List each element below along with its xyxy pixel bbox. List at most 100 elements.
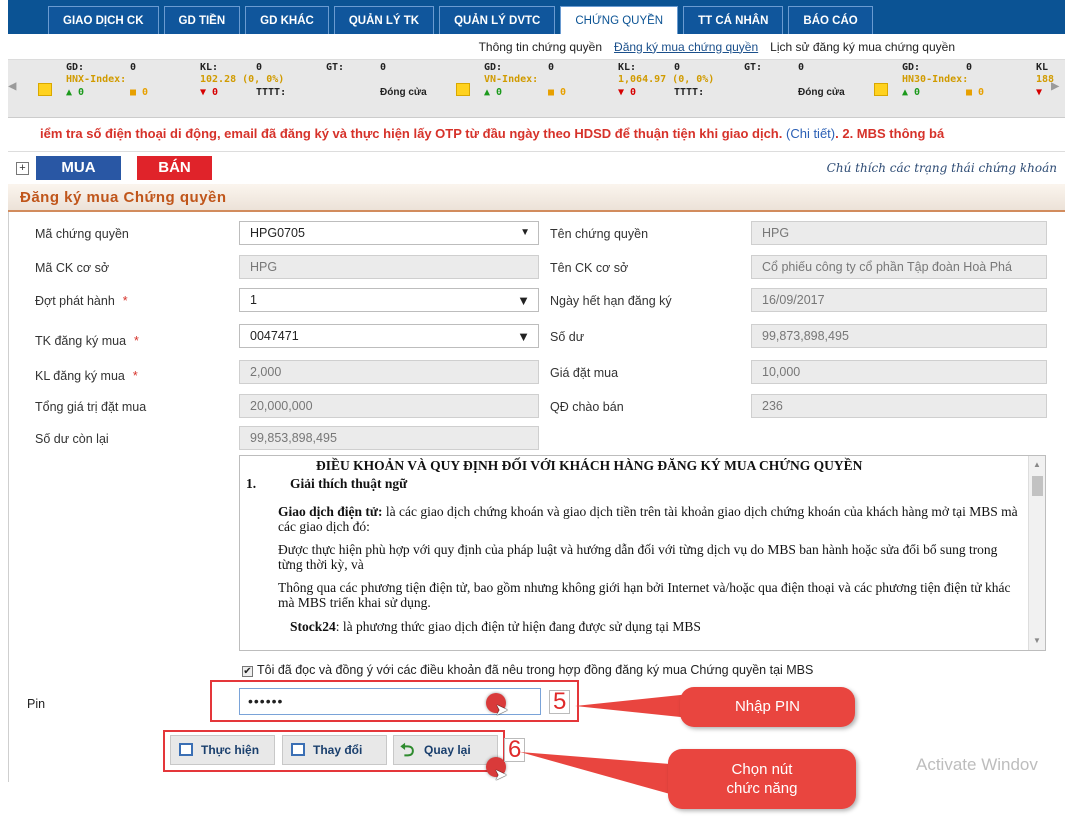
required-marker: *: [132, 369, 138, 383]
divider: [8, 212, 9, 782]
notice-text-2: . 2. MBS thông bá: [835, 126, 945, 141]
terms-paragraph: Được thực hiện phù hợp với quy định của …: [278, 542, 998, 572]
app-window: GIAO DỊCH CK GD TIỀN GD KHÁC QUẢN LÝ TK …: [0, 0, 1065, 817]
tab-giao-dich-ck[interactable]: GIAO DỊCH CK: [48, 6, 159, 34]
ticker-value: 0: [256, 62, 263, 73]
terms-term: Giao dịch điện tử:: [278, 504, 383, 519]
main-tab-bar: GIAO DỊCH CK GD TIỀN GD KHÁC QUẢN LÝ TK …: [8, 0, 1065, 34]
warrant-code-label: Mã chứng quyền: [35, 227, 129, 241]
execute-label: Thực hiện: [201, 743, 260, 757]
ticker-label: TTTT:: [674, 87, 705, 98]
warrant-name-field: HPG: [751, 221, 1047, 245]
execute-button[interactable]: Thực hiện: [170, 735, 275, 765]
change-button[interactable]: Thay đổi: [282, 735, 387, 765]
quantity-field[interactable]: 2,000: [239, 360, 539, 384]
decision-label: QĐ chào bán: [550, 400, 624, 414]
back-button[interactable]: ⮌ Quay lại: [393, 735, 498, 765]
issue-round-value: 1: [250, 293, 257, 307]
warrant-code-select[interactable]: HPG0705 ▼: [239, 221, 539, 245]
tab-chung-quyen[interactable]: CHỨNG QUYỀN: [560, 6, 679, 34]
ticker-value: 0: [674, 62, 681, 73]
tab-gd-tien[interactable]: GD TIỀN: [163, 6, 241, 34]
total-label: Tổng giá trị đặt mua: [35, 400, 147, 414]
account-label: TK đăng ký mua *: [35, 334, 139, 348]
issue-round-label-text: Đợt phát hành: [35, 294, 115, 308]
sub-navigation: Thông tin chứng quyền Đăng ký mua chứng …: [8, 34, 1065, 60]
total-field: 20,000,000: [239, 394, 539, 418]
terms-section-number: 1.: [246, 476, 257, 491]
terms-section-title: Giải thích thuật ngữ: [290, 476, 408, 491]
save-icon: [179, 743, 193, 756]
callout-choose-button: Chọn nút chức năng: [668, 749, 856, 809]
sell-button[interactable]: BÁN: [137, 156, 212, 180]
subnav-warrant-info[interactable]: Thông tin chứng quyền: [479, 40, 602, 54]
market-status: Đóng cửa: [380, 87, 427, 98]
expiry-field: 16/09/2017: [751, 288, 1047, 312]
agree-checkbox[interactable]: ✔: [242, 666, 253, 677]
unchanged-count: ■ 0: [966, 87, 985, 98]
terms-text: là các giao dịch chứng khoán và giao dịc…: [278, 504, 1018, 534]
ticker-left-arrow-icon[interactable]: ◀: [8, 78, 22, 98]
terms-heading: ĐIỀU KHOẢN VÀ QUY ĐỊNH ĐỐI VỚI KHÁCH HÀN…: [316, 458, 863, 473]
ticker-value: 0: [966, 62, 973, 73]
notice-marquee: iểm tra số điện thoại di động, email đã …: [8, 118, 1065, 152]
notice-text: iểm tra số điện thoại di động, email đã …: [40, 126, 783, 141]
expand-icon[interactable]: +: [16, 162, 29, 175]
advance-count: ▲ 0: [66, 87, 85, 98]
index-color-swatch: [38, 83, 52, 96]
buy-button[interactable]: MUA: [36, 156, 121, 180]
pointer-arrow-icon: [520, 752, 670, 794]
base-name-label: Tên CK cơ sở: [550, 261, 629, 275]
tab-tt-ca-nhan[interactable]: TT CÁ NHÂN: [683, 6, 784, 34]
cursor-icon: ➤: [495, 702, 509, 719]
index-value: 102.28 (0, 0%): [200, 74, 285, 85]
base-name-field: Cổ phiếu công ty cổ phần Tập đoàn Hoà Ph…: [751, 255, 1047, 279]
ticker-label: GD:: [66, 62, 85, 73]
tab-bao-cao[interactable]: BÁO CÁO: [788, 6, 873, 34]
chevron-down-icon: ▼: [517, 329, 530, 344]
base-code-label: Mã CK cơ sở: [35, 261, 110, 275]
decision-field: 236: [751, 394, 1047, 418]
ticker-value: 0: [798, 62, 805, 73]
ticker-label: KL:: [200, 62, 219, 73]
ticker-label: GD:: [902, 62, 921, 73]
terms-paragraph: Giao dịch điện tử: là các giao dịch chứn…: [278, 504, 1022, 534]
price-label: Giá đặt mua: [550, 366, 619, 380]
scroll-up-icon[interactable]: ▲: [1033, 460, 1041, 469]
tab-quan-ly-tk[interactable]: QUẢN LÝ TK: [333, 6, 435, 34]
tab-quan-ly-dvtc[interactable]: QUẢN LÝ DVTC: [439, 6, 556, 34]
index-value: 1,064.97 (0, 0%): [618, 74, 715, 85]
account-label-text: TK đăng ký mua: [35, 334, 127, 348]
terms-term: Stock24: [290, 619, 336, 634]
notice-detail-link[interactable]: (Chi tiết): [786, 126, 835, 141]
ticker-label: GT:: [326, 62, 345, 73]
issue-round-select[interactable]: 1 ▼: [239, 288, 539, 312]
warrant-name-label: Tên chứng quyền: [550, 227, 649, 241]
back-label: Quay lại: [424, 743, 471, 757]
warrant-code-value: HPG0705: [250, 226, 305, 240]
remaining-label: Số dư còn lại: [35, 432, 109, 446]
chevron-down-icon: ▼: [517, 293, 530, 308]
account-value: 0047471: [250, 329, 299, 343]
terms-box[interactable]: ĐIỀU KHOẢN VÀ QUY ĐỊNH ĐỐI VỚI KHÁCH HÀN…: [239, 455, 1046, 651]
status-legend-link[interactable]: Chú thích các trạng thái chứng khoán: [827, 161, 1057, 175]
agree-text: Tôi đã đọc và đồng ý với các điều khoản …: [257, 663, 814, 677]
tab-gd-khac[interactable]: GD KHÁC: [245, 6, 329, 34]
account-select[interactable]: 0047471 ▼: [239, 324, 539, 348]
scroll-down-icon[interactable]: ▼: [1033, 636, 1041, 645]
ticker-label: GD:: [484, 62, 503, 73]
index-color-swatch: [874, 83, 888, 96]
quantity-label-text: KL đăng ký mua: [35, 369, 125, 383]
scroll-thumb[interactable]: [1032, 476, 1043, 496]
advance-count: ▲ 0: [902, 87, 921, 98]
ticker-value: 0: [380, 62, 387, 73]
subnav-register-history[interactable]: Lịch sử đăng ký mua chứng quyền: [770, 40, 955, 54]
terms-scrollbar[interactable]: ▲ ▼: [1028, 456, 1045, 650]
ticker-value: 0: [130, 62, 137, 73]
change-label: Thay đổi: [313, 743, 363, 757]
ticker-right-arrow-icon[interactable]: ▶: [1051, 78, 1065, 98]
terms-paragraph: Stock24: là phương thức giao dịch điện t…: [290, 619, 1034, 634]
agree-checkbox-row[interactable]: ✔ Tôi đã đọc và đồng ý với các điều khoản…: [242, 663, 813, 677]
step-5-badge: 5: [549, 690, 571, 714]
subnav-register-warrant[interactable]: Đăng ký mua chứng quyền: [614, 40, 758, 54]
